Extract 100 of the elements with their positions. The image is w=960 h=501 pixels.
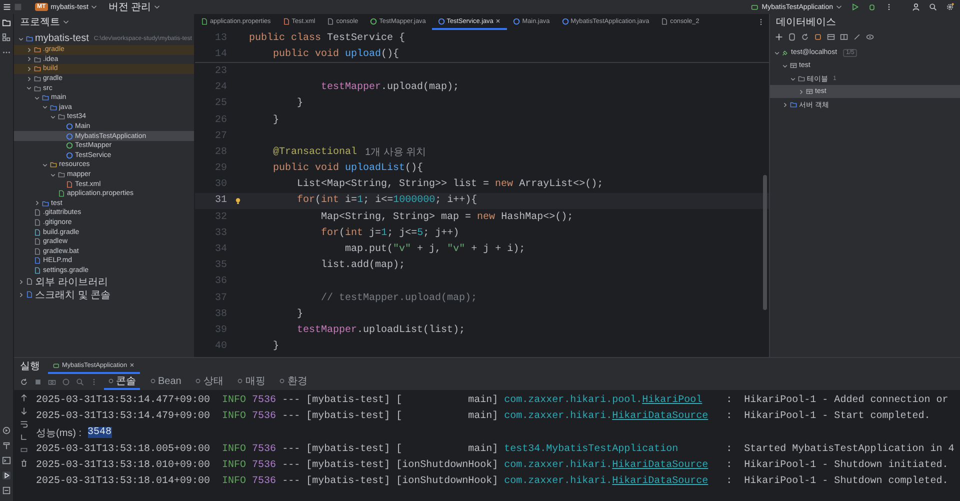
- circle-icon: [279, 378, 286, 384]
- panel-title[interactable]: 프로젝트: [20, 15, 60, 29]
- panel-title: 실행: [20, 360, 40, 373]
- view-tab[interactable]: 환경: [275, 374, 312, 390]
- refresh-icon[interactable]: [801, 33, 809, 41]
- chevron-icon[interactable]: [34, 94, 40, 101]
- code-token: + j,: [416, 244, 442, 256]
- grid-icon[interactable]: [840, 33, 848, 41]
- close-icon[interactable]: [495, 18, 502, 24]
- down-arrow-icon[interactable]: [20, 407, 28, 415]
- vcs-menu[interactable]: 버전 관리: [108, 0, 152, 14]
- logger-link[interactable]: HikariDataSource: [612, 410, 708, 422]
- folder-icon[interactable]: [2, 18, 11, 27]
- chevron-icon[interactable]: [26, 56, 32, 62]
- settings-icon[interactable]: [946, 3, 954, 11]
- app-icon: [53, 362, 60, 368]
- chevron-icon[interactable]: [18, 292, 24, 298]
- folder-icon: [798, 75, 805, 82]
- trash-icon[interactable]: [20, 459, 28, 467]
- code-token: int: [321, 195, 340, 206]
- tree-item[interactable]: 스크래치 및 콘솔: [14, 288, 194, 302]
- stop-icon[interactable]: [814, 33, 822, 41]
- chevron-icon[interactable]: [26, 46, 32, 53]
- file-icon: [661, 18, 668, 24]
- log-message: HikariPool-1 - Start completed.: [744, 410, 930, 422]
- hammer-icon[interactable]: [2, 441, 11, 450]
- scroll-end-icon[interactable]: [20, 433, 28, 441]
- database-icon[interactable]: [788, 33, 796, 41]
- stop-icon[interactable]: [34, 378, 42, 386]
- search-icon[interactable]: [929, 3, 937, 11]
- log-timestamp: 2025-03-31T13:53:14.477+09:00: [36, 394, 210, 406]
- chevron-icon[interactable]: [782, 102, 788, 108]
- view-tab[interactable]: 콘솔: [104, 374, 140, 390]
- chevron-icon[interactable]: [18, 278, 24, 285]
- menu-icon[interactable]: [3, 3, 11, 11]
- chevron-icon[interactable]: [26, 85, 32, 92]
- circle-icon: [66, 142, 73, 150]
- chevron-icon[interactable]: [26, 66, 32, 72]
- chevron-icon[interactable]: [50, 114, 56, 120]
- code-token: new: [477, 212, 496, 223]
- code-token: 5: [417, 228, 424, 239]
- structure-icon[interactable]: [2, 33, 11, 42]
- chevron-icon[interactable]: [782, 62, 788, 68]
- wrap-icon[interactable]: [20, 420, 28, 428]
- log-app: [mybatis-test]: [306, 394, 390, 406]
- code-token: new: [495, 179, 514, 190]
- scrollbar-thumb[interactable]: [763, 175, 767, 310]
- chevron-icon[interactable]: [790, 76, 796, 82]
- code-token: (: [339, 228, 346, 239]
- user-icon[interactable]: [912, 3, 920, 11]
- services-icon[interactable]: [2, 426, 11, 435]
- view-tab[interactable]: 상태: [191, 374, 228, 390]
- view-tab[interactable]: Bean: [146, 374, 186, 390]
- log-logger: com.zaxxer.hikari.pool.: [504, 394, 642, 406]
- zoom-icon[interactable]: [76, 378, 84, 386]
- code-token: public class: [249, 32, 322, 44]
- circle-icon: [513, 18, 520, 24]
- logger-link[interactable]: HikariDataSource: [612, 460, 708, 471]
- camera-icon[interactable]: [48, 378, 56, 386]
- run-icon[interactable]: [851, 3, 859, 11]
- plus-icon[interactable]: [775, 33, 783, 41]
- code-token: (){: [405, 163, 424, 174]
- table-icon[interactable]: [827, 33, 835, 41]
- code-token: "v": [393, 244, 412, 256]
- file-icon: [282, 18, 290, 24]
- code-token: int: [345, 228, 364, 239]
- close-icon[interactable]: [129, 362, 136, 368]
- lightbulb-icon[interactable]: [235, 196, 241, 205]
- chevron-icon[interactable]: [798, 88, 804, 94]
- folder-icon: [42, 200, 49, 207]
- chevron-icon[interactable]: [50, 172, 56, 178]
- chevron-icon[interactable]: [42, 104, 48, 110]
- log-logger: test34.MybatisTestApplication: [504, 444, 678, 455]
- chevron-icon[interactable]: [26, 76, 32, 82]
- log-app: [mybatis-test]: [306, 476, 390, 488]
- tree-item[interactable]: 외부 라이브러리: [14, 275, 194, 288]
- code-token: .upload(map);: [381, 82, 460, 94]
- view-tab[interactable]: 매핑: [233, 374, 270, 390]
- log-app: [mybatis-test]: [306, 410, 390, 422]
- console-output: 성능(ms) :: [36, 426, 82, 440]
- log-thread: [ main]: [396, 410, 498, 422]
- run-icon[interactable]: [2, 471, 11, 480]
- circle-icon: [438, 18, 445, 24]
- rerun-icon[interactable]: [20, 378, 28, 386]
- terminal-icon[interactable]: [2, 456, 11, 465]
- chevron-icon[interactable]: [774, 50, 780, 56]
- up-arrow-icon[interactable]: [20, 394, 28, 402]
- eye-icon[interactable]: [866, 33, 874, 41]
- chevron-icon[interactable]: [42, 162, 48, 168]
- code-token: 1: [357, 195, 364, 206]
- chevron-icon[interactable]: [34, 200, 40, 206]
- chevron-icon[interactable]: [18, 36, 24, 42]
- bug-icon[interactable]: [868, 3, 876, 11]
- logger-link[interactable]: HikariPool: [642, 394, 702, 406]
- print-icon[interactable]: [20, 446, 28, 454]
- code-token: }: [296, 308, 304, 320]
- log-thread: [ionShutdownHook]: [396, 460, 498, 471]
- log-message: Started MybatisTestApplication in 4: [744, 444, 954, 455]
- problems-icon[interactable]: [2, 486, 11, 495]
- logger-link[interactable]: HikariDataSource: [612, 476, 708, 488]
